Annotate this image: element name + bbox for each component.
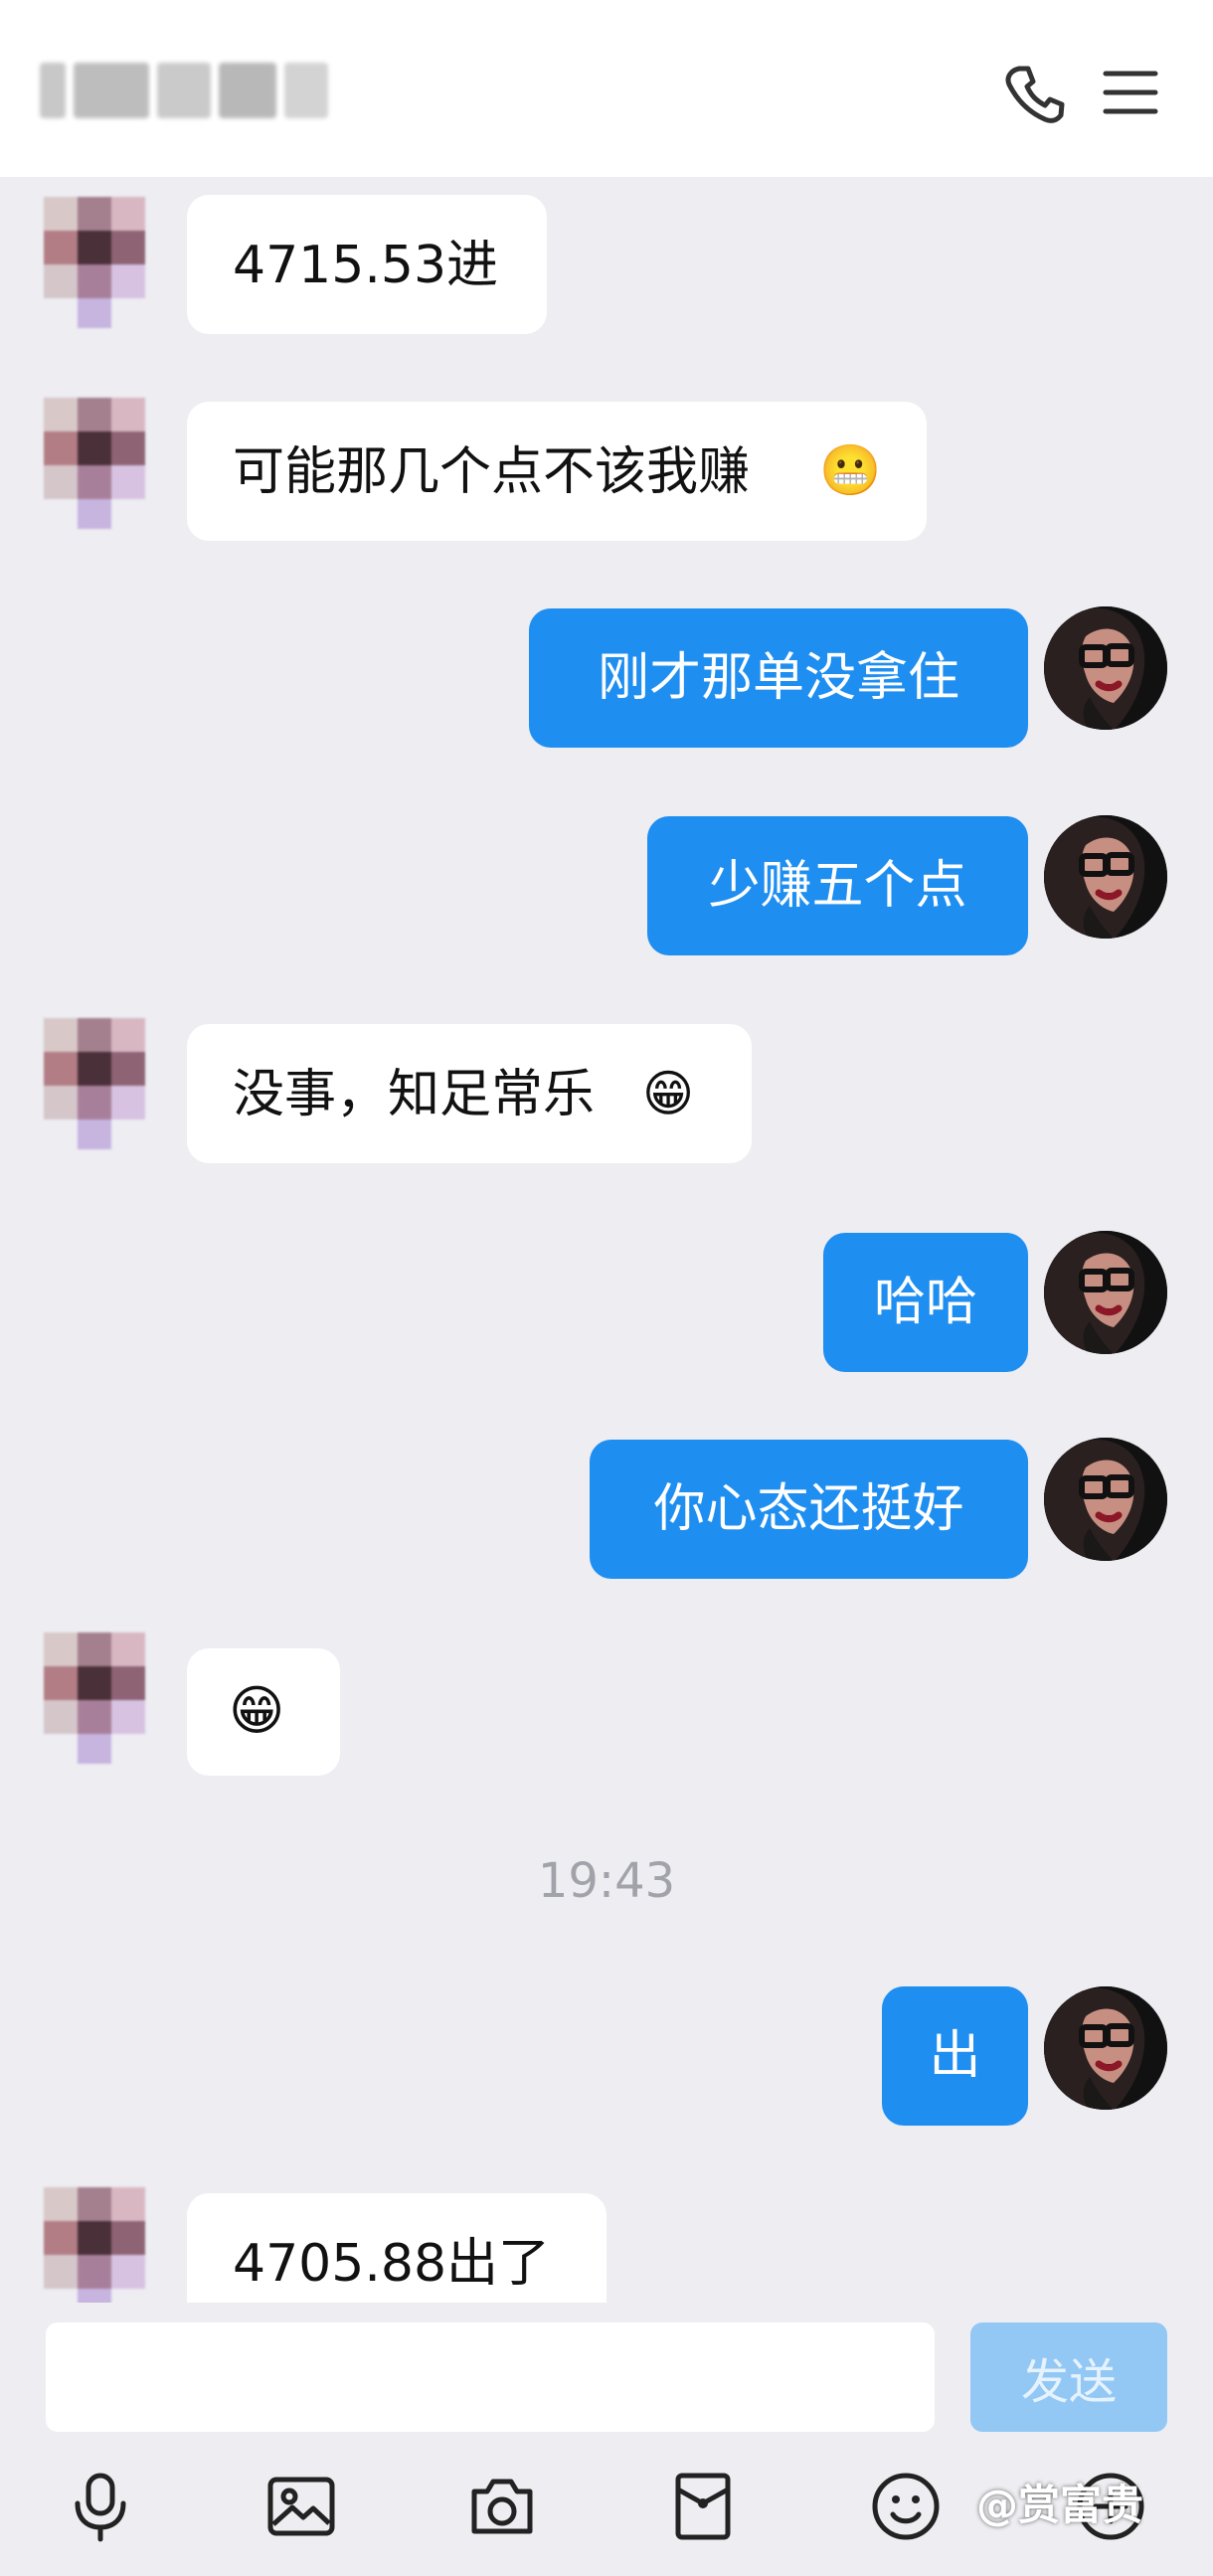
message-text: 出: [929, 2026, 981, 2086]
message-text: 哈哈: [873, 1273, 977, 1332]
send-button[interactable]: 发送: [970, 2322, 1167, 2432]
message-bubble-in[interactable]: 4705.88出了: [187, 2193, 606, 2303]
message-list[interactable]: 4715.53进 可能那几个点不该我赚 😬 刚才那单没拿住 少赚五个点 没事，知…: [0, 177, 1213, 2303]
avatar-portrait: [1044, 815, 1167, 939]
message-input[interactable]: [46, 2322, 935, 2432]
user-avatar[interactable]: [1044, 606, 1167, 730]
contact-avatar[interactable]: [44, 2187, 175, 2303]
camera-icon[interactable]: [465, 2470, 539, 2543]
chat-screen: 4715.53进 可能那几个点不该我赚 😬 刚才那单没拿住 少赚五个点 没事，知…: [0, 0, 1213, 2576]
avatar-portrait: [1044, 1231, 1167, 1354]
avatar-portrait: [1044, 1438, 1167, 1561]
message-bubble-out[interactable]: 少赚五个点: [647, 816, 1028, 955]
avatar-portrait: [1044, 606, 1167, 730]
message-text: 没事，知足常乐: [233, 1065, 596, 1124]
contact-avatar[interactable]: [44, 398, 175, 529]
user-avatar[interactable]: [1044, 1231, 1167, 1354]
message-bubble-in[interactable]: 😁: [187, 1648, 340, 1776]
contact-avatar[interactable]: [44, 1632, 175, 1764]
red-packet-icon[interactable]: [666, 2470, 740, 2543]
user-avatar[interactable]: [1044, 1438, 1167, 1561]
chat-header: [0, 0, 1213, 177]
emoji-icon[interactable]: [869, 2470, 943, 2543]
message-text: 可能那几个点不该我赚: [233, 442, 751, 502]
grinning-emoji-icon: 😁: [229, 1679, 285, 1742]
message-text: 少赚五个点: [708, 856, 967, 916]
message-bubble-out[interactable]: 出: [882, 1986, 1028, 2126]
microphone-icon[interactable]: [64, 2470, 137, 2543]
blurred-contact-name: [40, 48, 358, 133]
message-bubble-out[interactable]: 你心态还挺好: [590, 1440, 1028, 1579]
message-bubble-out[interactable]: 哈哈: [823, 1233, 1028, 1372]
message-text: 4715.53进: [233, 236, 499, 295]
message-bubble-in[interactable]: 可能那几个点不该我赚 😬: [187, 402, 927, 541]
message-text: 你心态还挺好: [653, 1479, 964, 1539]
menu-icon[interactable]: [1102, 66, 1159, 119]
image-icon[interactable]: [264, 2470, 338, 2543]
message-text: 刚才那单没拿住: [597, 648, 959, 708]
watermark-text: @赏富贵: [976, 2481, 1144, 2529]
message-bubble-in[interactable]: 4715.53进: [187, 195, 547, 334]
phone-icon[interactable]: [1002, 62, 1066, 125]
contact-avatar[interactable]: [44, 1018, 175, 1149]
avatar-portrait: [1044, 1986, 1167, 2110]
composer-bar: 发送 @赏富贵: [0, 2303, 1213, 2576]
message-bubble-in[interactable]: 没事，知足常乐 😁: [187, 1024, 752, 1163]
timestamp: 19:43: [537, 1853, 676, 1909]
user-avatar[interactable]: [1044, 1986, 1167, 2110]
grinning-emoji-icon: 😁: [642, 1065, 695, 1122]
contact-avatar[interactable]: [44, 197, 175, 328]
message-text: 4705.88出了: [233, 2234, 551, 2294]
sheepish-emoji-icon: 😬: [819, 441, 882, 499]
message-bubble-out[interactable]: 刚才那单没拿住: [529, 608, 1028, 748]
user-avatar[interactable]: [1044, 815, 1167, 939]
